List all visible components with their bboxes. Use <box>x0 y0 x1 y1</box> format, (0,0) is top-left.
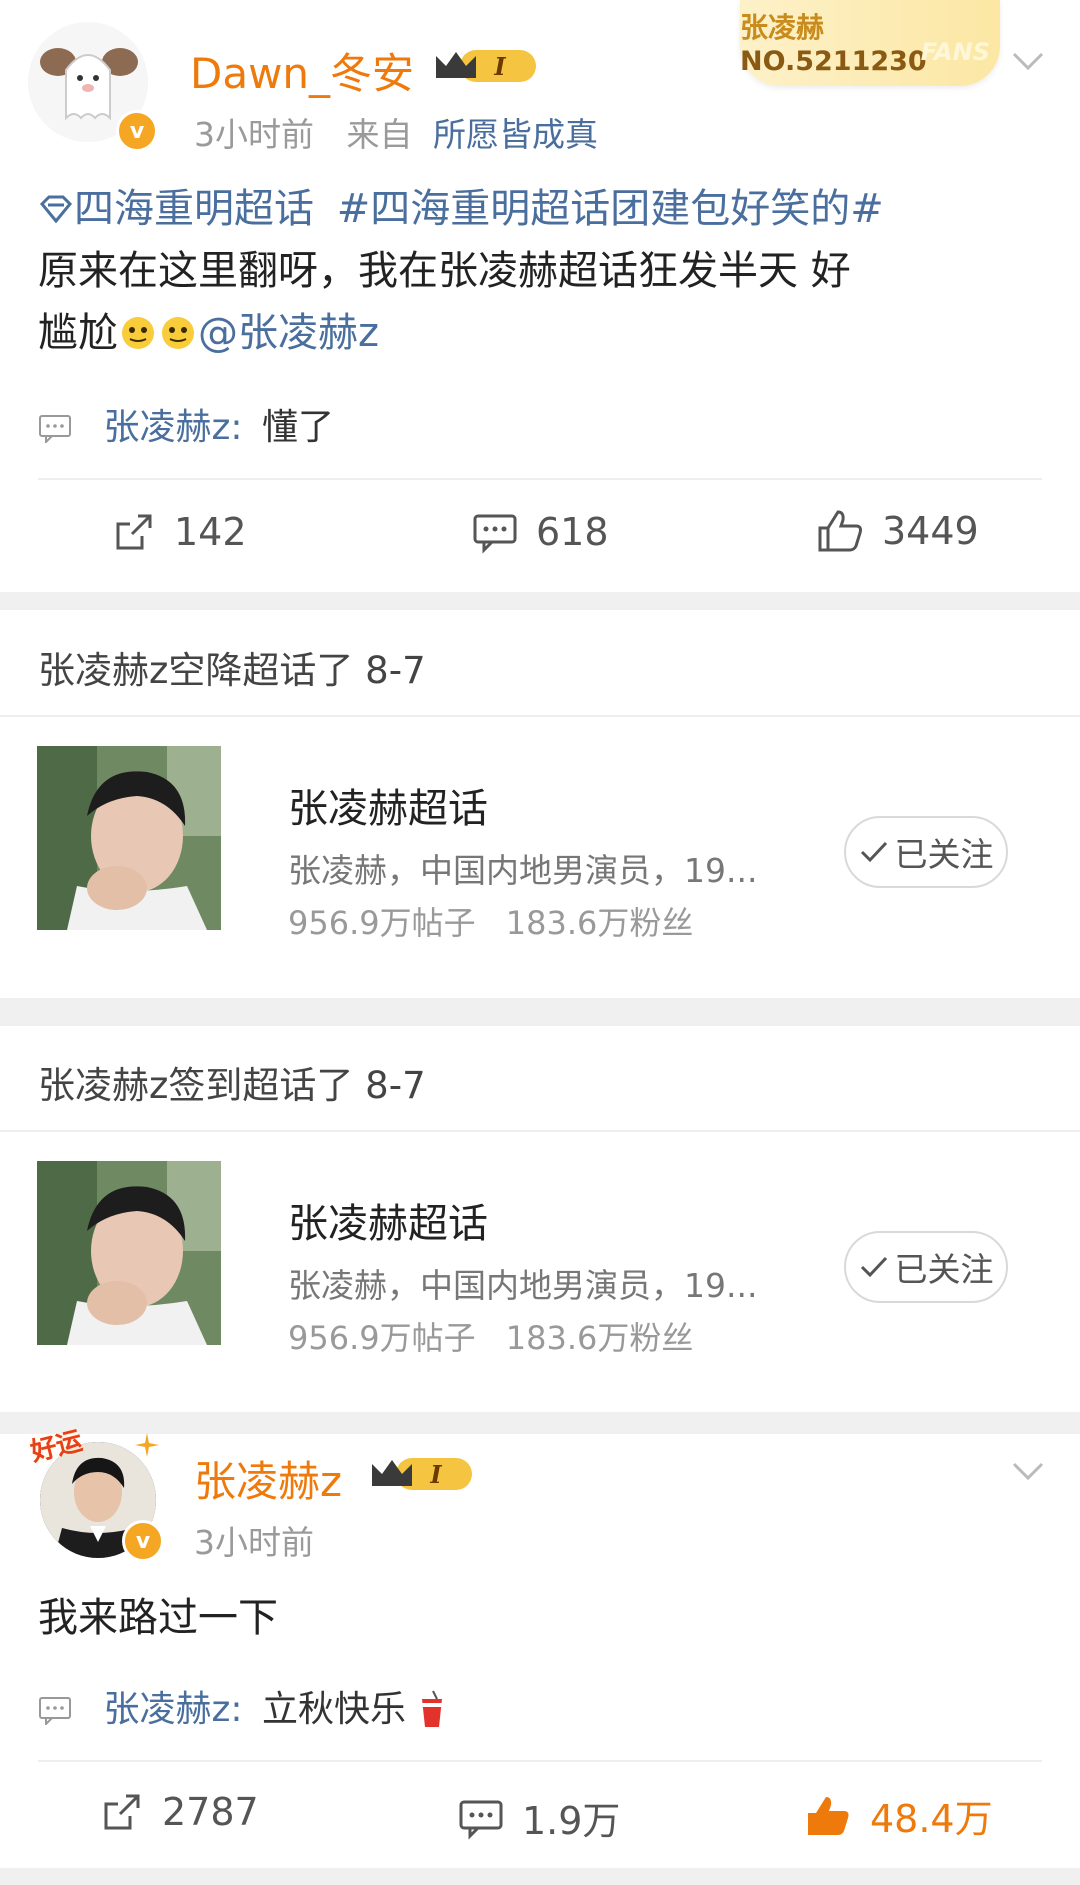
like-count: 48.4万 <box>870 1797 993 1841</box>
post-time: 3小时前 <box>194 115 314 154</box>
comment-count: 618 <box>536 510 609 554</box>
hashtag-link[interactable]: #四海重明超话团建包好笑的# <box>337 186 884 232</box>
username[interactable]: Dawn_冬安 <box>190 40 414 101</box>
fans-card-word: FANS <box>920 38 990 66</box>
emoji-icon <box>162 317 194 349</box>
follow-label: 已关注 <box>894 835 994 874</box>
topic-title[interactable]: 张凌赫超话 <box>288 776 488 834</box>
drink-emoji-icon <box>422 1690 443 1727</box>
post-time: 3小时前 <box>194 1523 314 1562</box>
topic-image[interactable] <box>37 746 221 930</box>
like-button[interactable]: 48.4万 <box>804 1788 993 1843</box>
thumbs-up-icon <box>818 510 862 552</box>
post-body: 我来路过一下 <box>38 1595 278 1641</box>
comment-button[interactable]: 618 <box>472 510 609 554</box>
thumbs-up-icon <box>808 1796 849 1835</box>
diamond-icon <box>39 195 73 224</box>
section-gap <box>0 1412 1080 1434</box>
verified-badge-icon: v <box>122 1520 164 1562</box>
post-body: 四海重明超话 #四海重明超话团建包好笑的# 原来在这里翻呀，我在张凌赫超话狂发半… <box>38 178 1048 364</box>
divider <box>0 715 1080 717</box>
check-icon <box>860 1256 887 1278</box>
badge-level: I <box>493 52 506 81</box>
topic-image[interactable] <box>37 1161 221 1345</box>
topic-stats: 956.9万帖子 183.6万粉丝 <box>288 1313 693 1359</box>
username[interactable]: 张凌赫z <box>194 1448 342 1509</box>
repost-icon <box>116 514 152 550</box>
section-title: 张凌赫z签到超话了 8-7 <box>38 1064 426 1107</box>
like-count: 3449 <box>882 509 979 553</box>
post-source[interactable]: 所愿皆成真 <box>433 115 598 154</box>
divider <box>38 478 1042 480</box>
topic-posts: 956.9万帖子 <box>288 1319 476 1357</box>
topic-fans: 183.6万粉丝 <box>505 904 694 942</box>
check-icon <box>860 841 887 863</box>
chevron-down-icon[interactable] <box>1008 40 1048 80</box>
supertopic-link[interactable]: 四海重明超话 <box>74 186 314 232</box>
comment-author[interactable]: 张凌赫z <box>103 1689 230 1730</box>
comment-icon <box>39 415 71 445</box>
portrait-image <box>37 1161 221 1345</box>
section-gap <box>0 998 1080 1026</box>
verified-badge-icon: v <box>116 110 158 152</box>
like-button[interactable]: 3449 <box>816 508 979 554</box>
topic-fans: 183.6万粉丝 <box>505 1319 694 1357</box>
fans-card-name: 张凌赫 <box>740 11 825 44</box>
comment-text: 懂了 <box>261 407 334 448</box>
follow-button[interactable]: 已关注 <box>844 1231 1008 1303</box>
emoji-icon <box>122 317 154 349</box>
comment-text: 立秋快乐 <box>261 1689 406 1730</box>
section-gap <box>0 592 1080 610</box>
follow-label: 已关注 <box>894 1250 994 1289</box>
comment-count: 1.9万 <box>522 1799 621 1843</box>
follow-button[interactable]: 已关注 <box>844 816 1008 888</box>
fans-card[interactable]: 张凌赫 NO.5211230 FANS <box>740 0 1000 86</box>
lucky-badge: 好运 <box>28 1426 90 1468</box>
comment-icon <box>39 1697 71 1727</box>
comment-preview[interactable]: 张凌赫z: 懂了 <box>38 398 334 450</box>
comment-icon <box>459 1800 503 1840</box>
section-title: 张凌赫z空降超话了 8-7 <box>38 649 426 692</box>
comment-author[interactable]: 张凌赫z <box>103 407 230 448</box>
topic-stats: 956.9万帖子 183.6万粉丝 <box>288 898 693 944</box>
repost-button[interactable]: 142 <box>112 510 247 554</box>
repost-button[interactable]: 2787 <box>100 1790 259 1834</box>
fans-card-number: NO.5211230 <box>740 46 927 77</box>
crown-badge-icon: I <box>372 1458 472 1490</box>
comment-icon <box>473 514 517 554</box>
post-text-line: 尴尬 <box>38 310 118 356</box>
topic-title[interactable]: 张凌赫超话 <box>288 1191 488 1249</box>
post-text-line: 原来在这里翻呀，我在张凌赫超话狂发半天 好 <box>38 248 851 294</box>
post-meta: 3小时前 来自 所愿皆成真 <box>194 108 598 156</box>
source-prefix: 来自 <box>346 115 413 154</box>
comment-button[interactable]: 1.9万 <box>458 1790 620 1845</box>
chevron-down-icon[interactable] <box>1008 1450 1048 1490</box>
divider <box>0 1130 1080 1132</box>
mention-link[interactable]: @张凌赫z <box>198 310 379 356</box>
sparkle-icon <box>135 1433 159 1457</box>
topic-description: 张凌赫，中国内地男演员，19... <box>288 851 758 890</box>
repost-icon <box>104 1794 140 1830</box>
portrait-image <box>37 746 221 930</box>
comment-preview[interactable]: 张凌赫z: 立秋快乐 <box>38 1680 447 1732</box>
crown-badge-icon: I <box>436 50 536 82</box>
section-gap <box>0 1868 1080 1885</box>
topic-description: 张凌赫，中国内地男演员，19... <box>288 1266 758 1305</box>
topic-posts: 956.9万帖子 <box>288 904 476 942</box>
repost-count: 2787 <box>162 1790 259 1834</box>
divider <box>38 1760 1042 1762</box>
badge-level: I <box>429 1460 442 1489</box>
repost-count: 142 <box>174 510 247 554</box>
lucky-badge-text: 好运 <box>27 1426 86 1468</box>
